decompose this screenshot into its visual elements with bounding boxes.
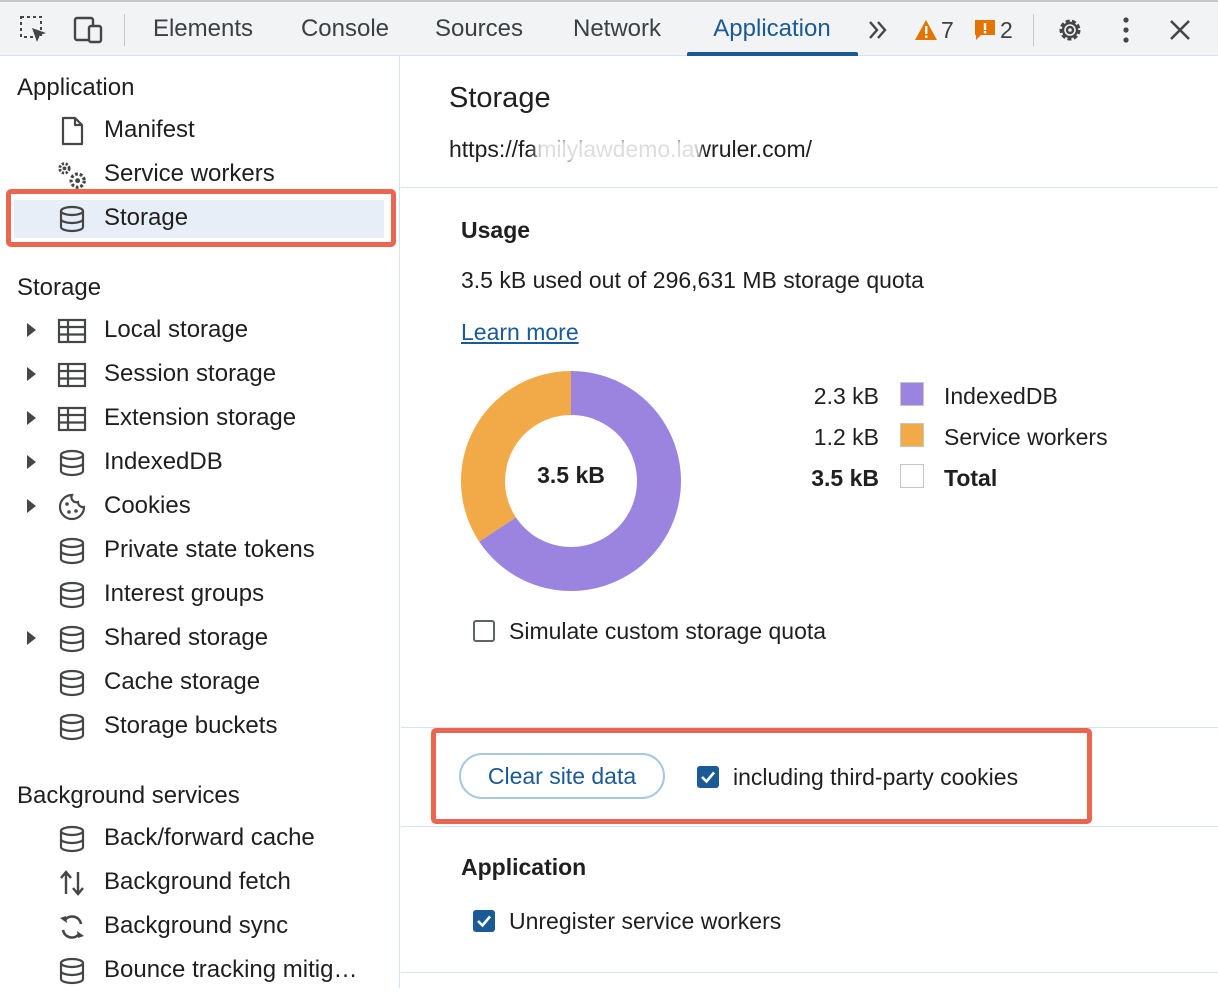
table-icon — [56, 316, 88, 346]
warnings-badge[interactable]: 7 — [914, 16, 954, 44]
database-icon — [56, 956, 88, 986]
storage-panel: Storage https://familylawdemo.lawruler.c… — [401, 56, 1218, 988]
unregister-sw-checkbox[interactable] — [473, 910, 495, 932]
sidebar-item-manifest[interactable]: Manifest — [0, 109, 399, 153]
warnings-count: 7 — [941, 16, 954, 43]
document-icon — [56, 116, 88, 146]
legend-swatch-indexeddb — [900, 382, 924, 406]
issues-badge[interactable]: 2 — [973, 16, 1013, 44]
expand-arrow-icon[interactable] — [27, 499, 36, 513]
sync-icon — [56, 912, 88, 942]
database-icon — [56, 624, 88, 654]
sidebar-item-storage-buckets[interactable]: Storage buckets — [0, 705, 399, 749]
kebab-menu-icon[interactable] — [1106, 10, 1146, 50]
usage-heading: Usage — [461, 217, 531, 243]
up-down-arrows-icon — [56, 868, 88, 898]
checkmark-icon — [477, 915, 491, 928]
sidebar-item-indexeddb[interactable]: IndexedDB — [0, 441, 399, 485]
sidebar-item-local-storage[interactable]: Local storage — [0, 309, 399, 353]
issues-count: 2 — [1000, 16, 1013, 43]
legend-value-total: 3.5 kB — [811, 465, 879, 491]
annotation-storage-highlight — [6, 189, 396, 247]
simulate-quota-label: Simulate custom storage quota — [509, 618, 827, 644]
settings-icon[interactable] — [1050, 10, 1090, 50]
sidebar-item-extension-storage[interactable]: Extension storage — [0, 397, 399, 441]
sidebar-item-cookies[interactable]: Cookies — [0, 485, 399, 529]
database-icon — [56, 448, 88, 478]
sidebar-item-shared-storage[interactable]: Shared storage — [0, 617, 399, 661]
section-background-title: Background services — [17, 782, 240, 809]
expand-arrow-icon[interactable] — [27, 323, 36, 337]
legend-name-total: Total — [944, 465, 998, 491]
sidebar: Application Manifest Service workers Sto… — [0, 56, 400, 988]
annotation-clear-highlight — [431, 728, 1092, 824]
divider — [401, 826, 1218, 827]
unregister-sw-label: Unregister service workers — [509, 908, 782, 934]
device-toolbar-icon[interactable] — [68, 10, 108, 50]
database-icon — [56, 580, 88, 610]
database-icon — [56, 824, 88, 854]
table-icon — [56, 360, 88, 390]
application-heading: Application — [461, 854, 587, 880]
devtools-toolbar: Elements Console Sources Network Applica… — [0, 0, 1218, 56]
divider — [401, 187, 1218, 188]
expand-arrow-icon[interactable] — [27, 455, 36, 469]
donut-center-label: 3.5 kB — [537, 462, 605, 488]
sidebar-item-private-state-tokens[interactable]: Private state tokens — [0, 529, 399, 573]
sidebar-item-cache-storage[interactable]: Cache storage — [0, 661, 399, 705]
expand-arrow-icon[interactable] — [27, 411, 36, 425]
database-icon — [56, 536, 88, 566]
table-icon — [56, 404, 88, 434]
simulate-quota-checkbox[interactable] — [473, 620, 495, 642]
more-tabs-icon[interactable] — [858, 10, 898, 50]
sidebar-item-bounce-tracking[interactable]: Bounce tracking mitig… — [0, 949, 399, 993]
tab-console[interactable]: Console — [284, 2, 406, 56]
sidebar-item-session-storage[interactable]: Session storage — [0, 353, 399, 397]
expand-arrow-icon[interactable] — [27, 631, 36, 645]
tab-sources[interactable]: Sources — [420, 2, 538, 56]
learn-more-link[interactable]: Learn more — [461, 319, 579, 346]
donut-slice-service-workers — [461, 371, 571, 542]
tab-network[interactable]: Network — [552, 2, 682, 56]
gears-icon — [56, 160, 88, 190]
warning-icon — [915, 20, 937, 40]
close-icon[interactable] — [1160, 10, 1200, 50]
legend-name-service-workers: Service workers — [944, 424, 1108, 450]
tab-elements[interactable]: Elements — [136, 2, 270, 56]
divider — [401, 972, 1218, 973]
issue-icon — [975, 20, 995, 40]
legend-swatch-total — [900, 464, 924, 488]
sidebar-item-interest-groups[interactable]: Interest groups — [0, 573, 399, 617]
redaction-mask — [536, 139, 700, 163]
sidebar-item-background-sync[interactable]: Background sync — [0, 905, 399, 949]
inspect-element-icon[interactable] — [14, 10, 54, 50]
database-icon — [56, 668, 88, 698]
legend-value-service-workers: 1.2 kB — [813, 424, 879, 450]
database-icon — [56, 712, 88, 742]
sidebar-item-background-fetch[interactable]: Background fetch — [0, 861, 399, 905]
legend-name-indexeddb: IndexedDB — [944, 383, 1058, 409]
section-storage-title: Storage — [17, 274, 102, 301]
legend-value-indexeddb: 2.3 kB — [813, 383, 879, 409]
usage-text: 3.5 kB used out of 296,631 MB storage qu… — [461, 267, 924, 293]
legend-swatch-service-workers — [900, 423, 924, 447]
sidebar-item-back-forward-cache[interactable]: Back/forward cache — [0, 817, 399, 861]
tab-application[interactable]: Application — [690, 2, 854, 56]
section-application-title: Application — [17, 74, 135, 101]
cookie-icon — [56, 492, 88, 522]
page-title: Storage — [449, 82, 551, 114]
expand-arrow-icon[interactable] — [27, 367, 36, 381]
